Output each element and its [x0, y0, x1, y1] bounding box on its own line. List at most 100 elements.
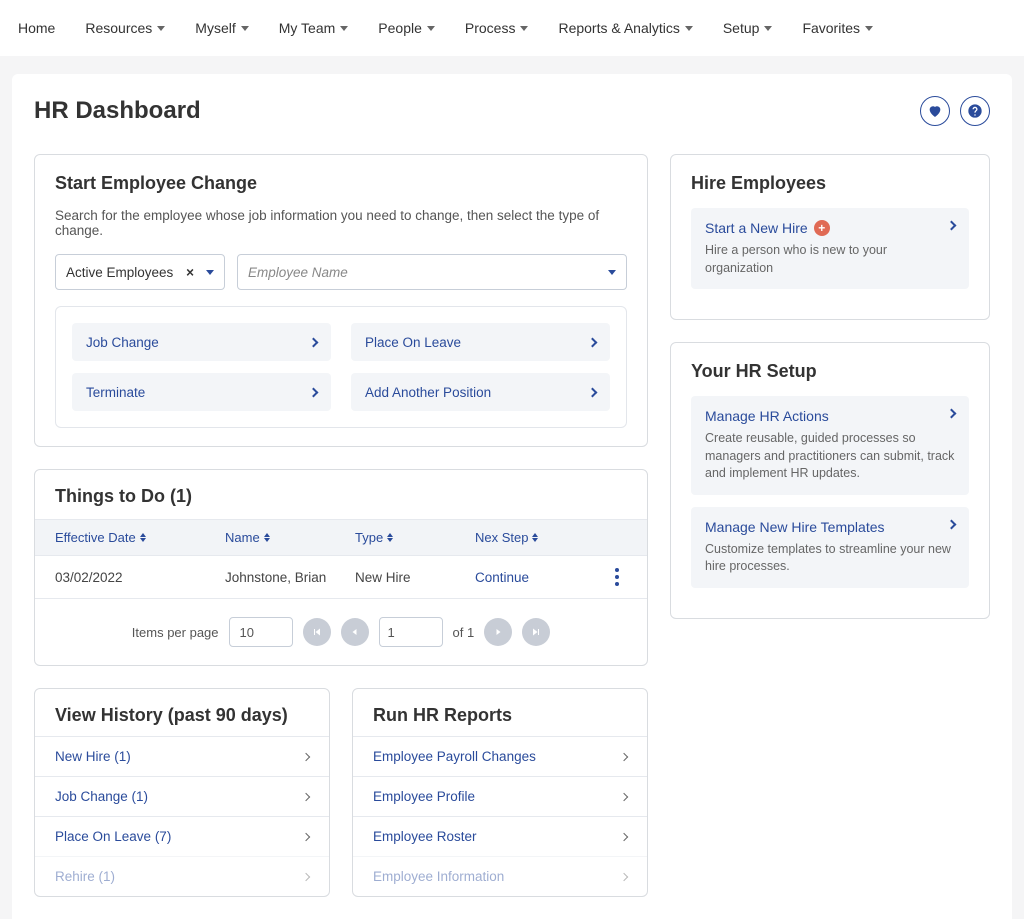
nav-label: Favorites: [802, 20, 860, 36]
action-place-on-leave[interactable]: Place On Leave: [351, 323, 610, 361]
report-employee-payroll-changes[interactable]: Employee Payroll Changes: [353, 736, 647, 776]
card-title: Manage New Hire Templates: [705, 519, 885, 535]
nav-my-team[interactable]: My Team: [279, 20, 349, 36]
chevron-down-icon: [157, 26, 165, 31]
employee-filter-select[interactable]: Active Employees ×: [55, 254, 225, 290]
chevron-right-icon: [302, 872, 310, 880]
col-label: Effective Date: [55, 530, 136, 545]
report-employee-profile[interactable]: Employee Profile: [353, 776, 647, 816]
card-description: Hire a person who is new to your organiz…: [705, 242, 955, 277]
card-description: Create reusable, guided processes so man…: [705, 430, 955, 483]
card-title: Manage HR Actions: [705, 408, 829, 424]
chevron-down-icon: [685, 26, 693, 31]
report-employee-information[interactable]: Employee Information: [353, 856, 647, 896]
items-per-page-select[interactable]: 10: [229, 617, 293, 647]
cell-type: New Hire: [355, 570, 475, 585]
help-button[interactable]: [960, 96, 990, 126]
history-item-job-change[interactable]: Job Change (1): [35, 776, 329, 816]
clear-filter-button[interactable]: ×: [180, 265, 200, 280]
card-title: Start a New Hire: [705, 220, 808, 236]
chevron-down-icon: [865, 26, 873, 31]
employee-name-input[interactable]: Employee Name: [237, 254, 627, 290]
action-label: Terminate: [86, 385, 145, 400]
sort-icon: [264, 533, 270, 542]
nav-setup[interactable]: Setup: [723, 20, 773, 36]
cell-date: 03/02/2022: [55, 570, 225, 585]
list-label: Employee Information: [373, 869, 504, 884]
change-actions: Job Change Place On Leave Terminate: [55, 306, 627, 428]
col-effective-date[interactable]: Effective Date: [55, 530, 225, 545]
report-employee-roster[interactable]: Employee Roster: [353, 816, 647, 856]
action-add-another-position[interactable]: Add Another Position: [351, 373, 610, 411]
nav-label: Myself: [195, 20, 235, 36]
panel-title: Start Employee Change: [55, 173, 627, 194]
things-to-do-panel: Things to Do (1) Effective Date Name Typ…: [34, 469, 648, 666]
favorite-button[interactable]: [920, 96, 950, 126]
nav-myself[interactable]: Myself: [195, 20, 248, 36]
history-item-place-on-leave[interactable]: Place On Leave (7): [35, 816, 329, 856]
nav-people[interactable]: People: [378, 20, 435, 36]
chevron-right-icon: [302, 752, 310, 760]
chevron-right-icon: [620, 872, 628, 880]
col-label: Type: [355, 530, 383, 545]
chevron-right-icon: [309, 387, 319, 397]
history-item-new-hire[interactable]: New Hire (1): [35, 736, 329, 776]
page-title: HR Dashboard: [34, 97, 201, 125]
view-history-panel: View History (past 90 days) New Hire (1)…: [34, 688, 330, 897]
action-terminate[interactable]: Terminate: [72, 373, 331, 411]
manage-new-hire-templates-card[interactable]: Manage New Hire Templates Customize temp…: [691, 507, 969, 588]
cell-next: Continue: [475, 570, 607, 585]
run-hr-reports-panel: Run HR Reports Employee Payroll Changes …: [352, 688, 648, 897]
hire-employees-panel: Hire Employees Start a New Hire + Hire a…: [670, 154, 990, 320]
items-per-page-label: Items per page: [132, 625, 219, 640]
cell-name: Johnstone, Brian: [225, 570, 355, 585]
nav-process[interactable]: Process: [465, 20, 529, 36]
chevron-right-icon: [588, 337, 598, 347]
col-next-step[interactable]: Nex Step: [475, 530, 607, 545]
select-value: 10: [240, 625, 254, 640]
nav-home[interactable]: Home: [18, 20, 55, 36]
top-nav: Home Resources Myself My Team People Pro…: [0, 0, 1024, 56]
chevron-right-icon: [588, 387, 598, 397]
page-header: HR Dashboard: [34, 96, 990, 126]
nav-favorites[interactable]: Favorites: [802, 20, 873, 36]
col-name[interactable]: Name: [225, 530, 355, 545]
panel-title: View History (past 90 days): [35, 689, 329, 736]
nav-label: People: [378, 20, 422, 36]
list-label: Employee Roster: [373, 829, 477, 844]
start-new-hire-card[interactable]: Start a New Hire + Hire a person who is …: [691, 208, 969, 289]
nav-label: Resources: [85, 20, 152, 36]
pager-next-button[interactable]: [484, 618, 512, 646]
col-type[interactable]: Type: [355, 530, 475, 545]
list-label: Job Change (1): [55, 789, 148, 804]
chevron-down-icon: [608, 270, 616, 275]
list-label: Employee Payroll Changes: [373, 749, 536, 764]
chevron-right-icon: [620, 752, 628, 760]
page-of-label: of 1: [453, 625, 475, 640]
pager: Items per page 10 1 of 1: [35, 599, 647, 665]
pager-first-button[interactable]: [303, 618, 331, 646]
list-label: Rehire (1): [55, 869, 115, 884]
action-label: Place On Leave: [365, 335, 461, 350]
pager-prev-button[interactable]: [341, 618, 369, 646]
manage-hr-actions-card[interactable]: Manage HR Actions Create reusable, guide…: [691, 396, 969, 495]
nav-label: My Team: [279, 20, 336, 36]
continue-link[interactable]: Continue: [475, 570, 529, 585]
list-label: Employee Profile: [373, 789, 475, 804]
page-number-input[interactable]: 1: [379, 617, 443, 647]
nav-reports[interactable]: Reports & Analytics: [558, 20, 692, 36]
card-description: Customize templates to streamline your n…: [705, 541, 955, 576]
input-placeholder: Employee Name: [248, 265, 348, 280]
chevron-right-icon: [620, 792, 628, 800]
action-job-change[interactable]: Job Change: [72, 323, 331, 361]
question-icon: [967, 103, 983, 119]
history-item-rehire[interactable]: Rehire (1): [35, 856, 329, 896]
pager-last-button[interactable]: [522, 618, 550, 646]
chevron-down-icon: [206, 270, 214, 275]
panel-title: Hire Employees: [691, 173, 969, 194]
nav-resources[interactable]: Resources: [85, 20, 165, 36]
nav-label: Reports & Analytics: [558, 20, 679, 36]
action-label: Job Change: [86, 335, 159, 350]
row-menu-button[interactable]: [607, 568, 627, 586]
plus-icon: +: [814, 220, 830, 236]
